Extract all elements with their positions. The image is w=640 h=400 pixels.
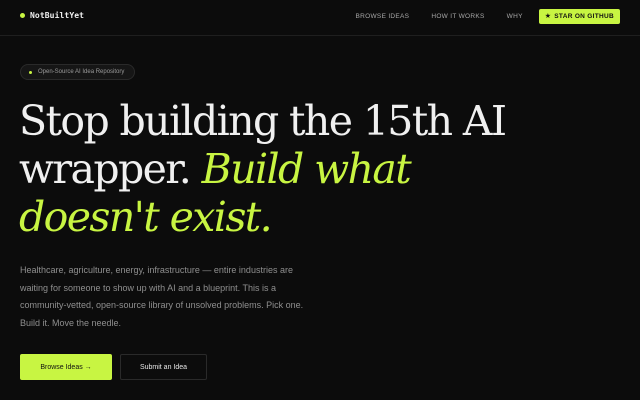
brand-dot-icon (20, 13, 25, 18)
repository-badge: Open-Source AI Idea Repository (20, 64, 136, 80)
nav-link-why[interactable]: WHY (507, 13, 523, 20)
hero-description: Healthcare, agriculture, energy, infrast… (20, 265, 304, 328)
star-icon: ★ (544, 13, 552, 20)
headline-line-3-accent: doesn't exist. (19, 193, 273, 241)
landing-page: NotBuiltYet BROWSE IDEAS HOW IT WORKS WH… (0, 0, 640, 400)
site-header: NotBuiltYet BROWSE IDEAS HOW IT WORKS WH… (0, 0, 640, 36)
cta-row: Browse Ideas → Submit an Idea (20, 354, 207, 380)
star-on-github-button[interactable]: ★ STAR ON GITHUB (538, 9, 620, 24)
nav-link-how-it-works[interactable]: HOW IT WORKS (431, 13, 484, 20)
nav-link-browse-ideas[interactable]: BROWSE IDEAS (356, 13, 410, 20)
hero-headline: Stop building the 15th AI wrapper. Build… (19, 97, 619, 241)
headline-line-2-plain: wrapper. (19, 145, 192, 193)
submit-idea-button[interactable]: Submit an Idea (120, 354, 207, 380)
star-button-label: STAR ON GITHUB (554, 13, 614, 20)
badge-text: Open-Source AI Idea Repository (38, 69, 125, 75)
browse-ideas-button[interactable]: Browse Ideas → (20, 354, 112, 380)
brand-name: NotBuiltYet (30, 11, 85, 20)
top-nav: BROWSE IDEAS HOW IT WORKS WHY ★ STAR ON … (356, 9, 620, 24)
headline-line-2-accent: Build what (201, 145, 412, 193)
headline-line-1: Stop building the 15th AI (19, 97, 507, 145)
brand-logo[interactable]: NotBuiltYet (20, 11, 84, 20)
badge-dot-icon (29, 70, 32, 74)
